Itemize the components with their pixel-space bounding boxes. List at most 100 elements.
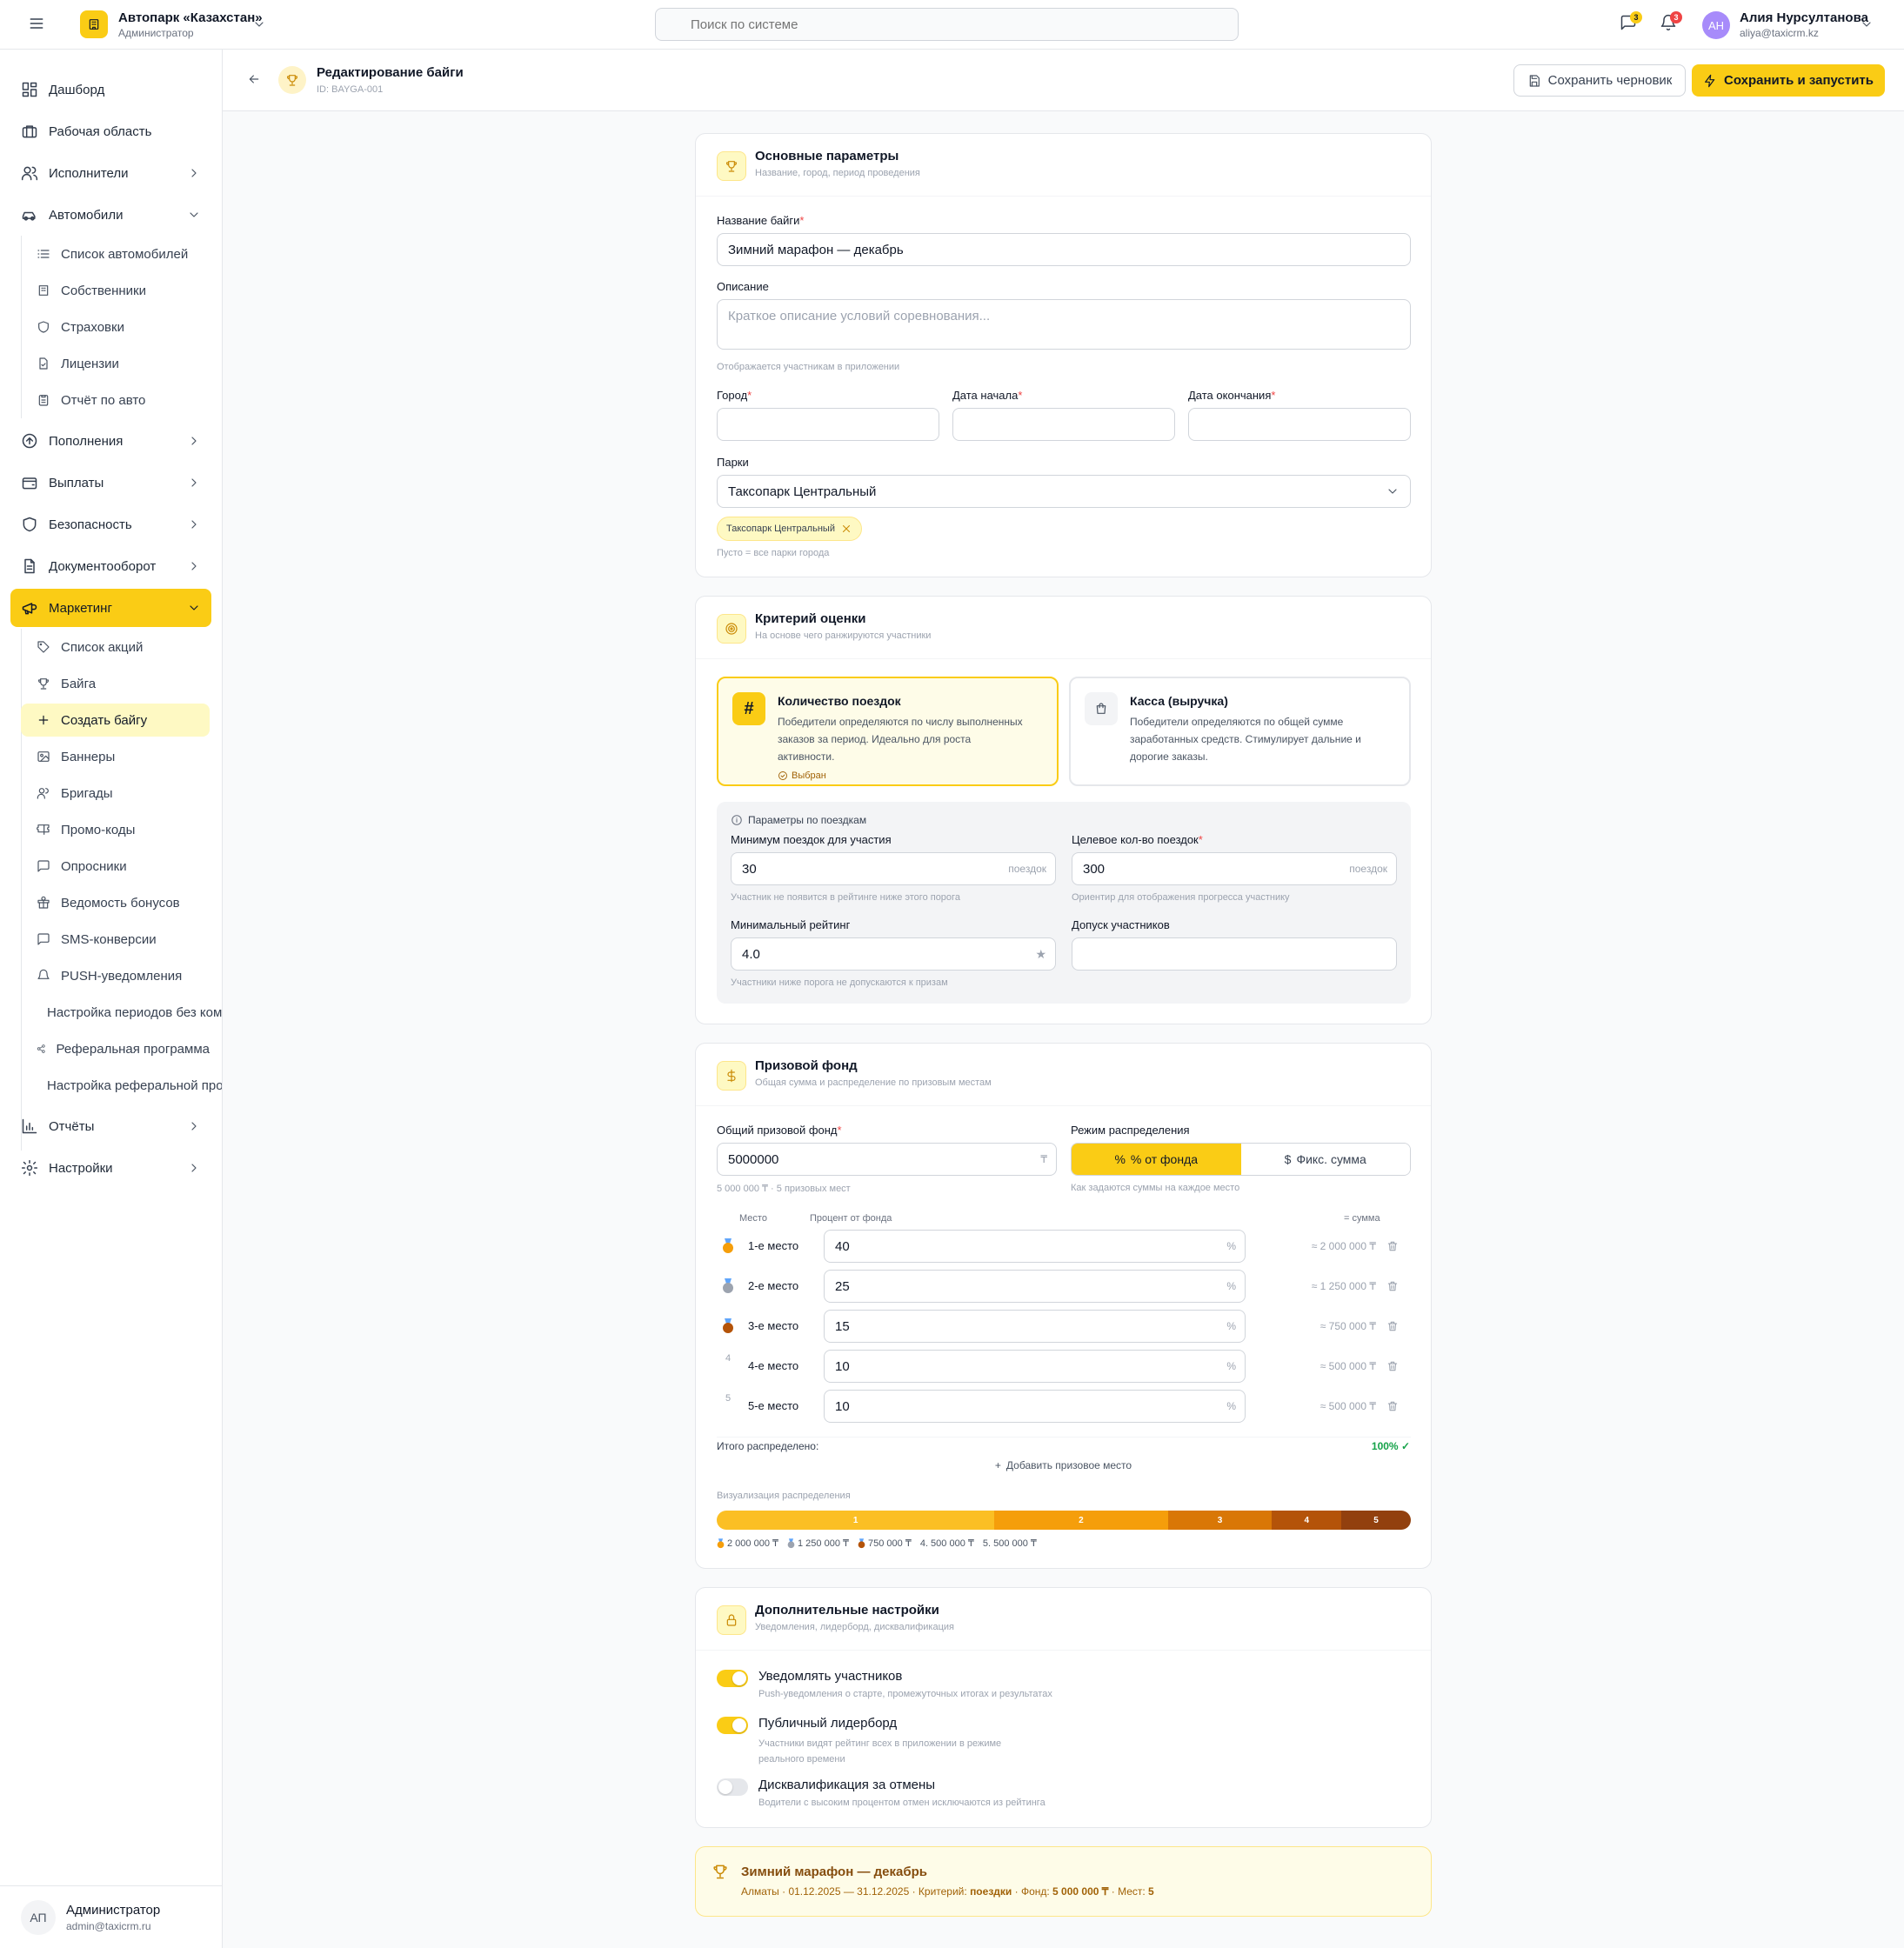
sidebar-item-referral-settings[interactable]: Настройка реферальной программы [21, 1069, 222, 1102]
user-name[interactable]: Алия Нурсултанова [1740, 10, 1868, 25]
gear-icon [21, 1159, 38, 1177]
start-date-label: Дата начала* [952, 389, 1023, 402]
sidebar-item-bonus-sheet[interactable]: Ведомость бонусов [21, 886, 210, 919]
sidebar-item-payouts[interactable]: Выплаты [10, 464, 211, 502]
sidebar-item-label: Дашборд [49, 82, 105, 97]
toggle-knob [718, 1780, 732, 1794]
toggle-description: Push-уведомления о старте, промежуточных… [758, 1689, 1052, 1699]
trash-icon[interactable] [1386, 1240, 1399, 1252]
parks-hint: Пусто = все парки города [717, 548, 830, 558]
start-date-input[interactable] [952, 408, 1175, 441]
org-name[interactable]: Автопарк «Казахстан» [118, 10, 263, 25]
place-sum: ≈ 2 000 000 ₸ [1311, 1240, 1376, 1252]
trash-icon[interactable] [1386, 1280, 1399, 1292]
parks-select[interactable]: Таксопарк Центральный [717, 475, 1411, 508]
place-percent-input[interactable]: 10% [824, 1390, 1246, 1423]
leaderboard-toggle[interactable] [717, 1717, 748, 1734]
trash-icon[interactable] [1386, 1360, 1399, 1372]
sidebar-item-marketing[interactable]: Маркетинг [10, 589, 211, 627]
criterion-trips-option[interactable]: # Количество поездок Победители определя… [717, 677, 1059, 786]
sidebar-item-car-report[interactable]: Отчёт по авто [21, 384, 210, 417]
summary-title: Зимний марафон — декабрь [741, 1865, 927, 1879]
search-input[interactable] [655, 8, 1239, 41]
sidebar-item-label: Опросники [61, 858, 127, 874]
sidebar-item-owners[interactable]: Собственники [21, 274, 210, 307]
sidebar-item-promos-list[interactable]: Список акций [21, 630, 210, 664]
city-input[interactable] [717, 408, 939, 441]
notify-toggle[interactable] [717, 1670, 748, 1687]
users-icon [37, 788, 49, 799]
info-icon [732, 815, 742, 825]
sidebar-item-docflow[interactable]: Документооборот [10, 547, 211, 585]
sidebar-item-label: Автомобили [49, 207, 124, 223]
admission-input[interactable] [1072, 937, 1397, 971]
sidebar-item-referral[interactable]: Реферальная программа [21, 1032, 210, 1065]
sidebar-item-licenses[interactable]: Лицензии [21, 347, 210, 380]
messages-badge: 3 [1630, 11, 1642, 23]
place-percent-input[interactable]: 10% [824, 1350, 1246, 1383]
description-textarea[interactable]: Краткое описание условий соревнования... [717, 299, 1411, 350]
sidebar-item-label: Настройки [49, 1160, 113, 1176]
mode-percent-button[interactable]: %% от фонда [1072, 1144, 1241, 1175]
sidebar-item-sms-conversions[interactable]: SMS-конверсии [21, 923, 210, 956]
sidebar-item-brigades[interactable]: Бригады [21, 777, 210, 810]
sidebar-item-create-bayga[interactable]: Создать байгу [21, 704, 210, 737]
back-arrow-icon[interactable] [247, 72, 261, 86]
sidebar-item-banners[interactable]: Баннеры [21, 740, 210, 773]
trash-icon[interactable] [1386, 1320, 1399, 1332]
sidebar-item-no-commission-periods[interactable]: Настройка периодов без комиссии [21, 996, 222, 1029]
criterion-revenue-option[interactable]: Касса (выручка) Победители определяются … [1069, 677, 1411, 786]
place-percent-input[interactable]: 15% [824, 1310, 1246, 1343]
sidebar-item-cars[interactable]: Автомобили [10, 196, 211, 234]
lock-icon [717, 1605, 746, 1635]
sidebar-item-surveys[interactable]: Опросники [21, 850, 210, 883]
chevron-down-icon[interactable] [252, 17, 266, 31]
viz-label: Визуализация распределения [717, 1491, 851, 1501]
disqualification-toggle[interactable] [717, 1778, 748, 1796]
sidebar-item-executors[interactable]: Исполнители [10, 154, 211, 192]
sidebar-item-workspace[interactable]: Рабочая область [10, 112, 211, 150]
end-date-input[interactable] [1188, 408, 1411, 441]
save-launch-button[interactable]: Сохранить и запустить [1692, 64, 1885, 97]
avatar[interactable]: АН [1702, 11, 1730, 39]
notifications-button[interactable]: 3 [1660, 11, 1682, 31]
min-rating-input[interactable]: 4.0 ★ [731, 937, 1056, 971]
menu-icon[interactable] [28, 15, 45, 32]
place-label: 1-е место [748, 1239, 799, 1252]
basic-params-card: Основные параметры Название, город, пери… [695, 133, 1432, 577]
place-label: 4-е место [748, 1359, 799, 1372]
sidebar-item-settings[interactable]: Настройки [10, 1149, 211, 1187]
chevron-down-icon [190, 605, 198, 610]
sidebar-item-insurance[interactable]: Страховки [21, 310, 210, 344]
sidebar-item-security[interactable]: Безопасность [10, 505, 211, 544]
place-percent-input[interactable]: 40% [824, 1230, 1246, 1263]
briefcase-icon [22, 125, 37, 138]
chevron-down-icon[interactable] [1860, 17, 1874, 31]
sidebar-item-reports[interactable]: Отчёты [10, 1107, 211, 1145]
plus-icon [38, 715, 49, 725]
messages-button[interactable]: 3 [1620, 11, 1642, 31]
min-trips-input[interactable]: 30 поездок [731, 852, 1056, 885]
name-input[interactable]: Зимний марафон — декабрь [717, 233, 1411, 266]
close-icon[interactable] [840, 523, 852, 535]
sidebar-item-bayga[interactable]: Байга [21, 667, 210, 700]
sidebar-item-dashboard[interactable]: Дашборд [10, 70, 211, 109]
star-icon: ★ [1035, 946, 1046, 961]
chevron-right-icon [191, 169, 197, 177]
place-percent-input[interactable]: 25% [824, 1270, 1246, 1303]
sidebar-footer[interactable]: АП Администратор admin@taxicrm.ru [0, 1885, 222, 1948]
save-draft-button[interactable]: Сохранить черновик [1513, 64, 1686, 97]
save-icon [1529, 74, 1540, 87]
trash-icon[interactable] [1386, 1400, 1399, 1412]
sidebar-item-push[interactable]: PUSH-уведомления [21, 959, 210, 992]
trophy-icon [711, 1863, 729, 1880]
sidebar-item-car-list[interactable]: Список автомобилей [21, 237, 210, 270]
total-fund-input[interactable]: 5000000 ₸ [717, 1143, 1057, 1176]
mode-fixed-button[interactable]: $ Фикс. сумма [1240, 1144, 1410, 1175]
add-place-button[interactable]: + Добавить призовое место [696, 1459, 1431, 1471]
target-trips-input[interactable]: 300 поездок [1072, 852, 1397, 885]
sidebar-item-topups[interactable]: Пополнения [10, 422, 211, 460]
toggle-title: Уведомлять участников [758, 1669, 903, 1684]
sidebar-item-promo-codes[interactable]: Промо-коды [21, 813, 210, 846]
prize-row: 4 4-е место 10% ≈ 500 000 ₸ [717, 1350, 1411, 1383]
